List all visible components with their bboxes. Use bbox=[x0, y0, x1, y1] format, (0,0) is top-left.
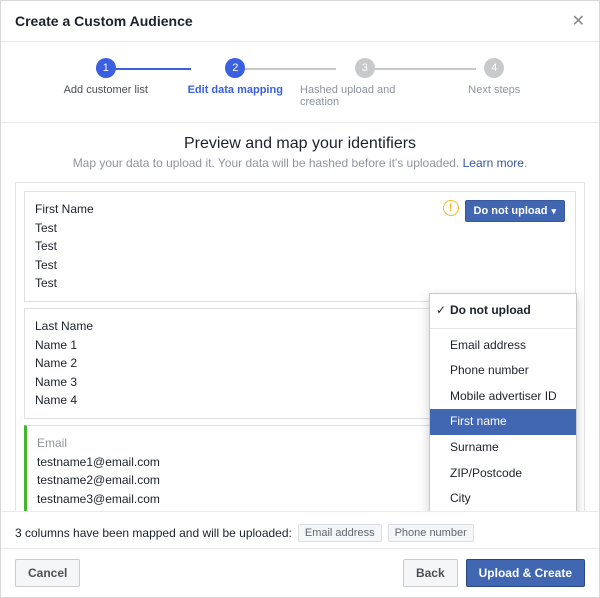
sample-row: Test bbox=[35, 256, 415, 275]
step-next-steps: 4 Next steps bbox=[430, 58, 560, 96]
sample-row: Test bbox=[35, 274, 415, 293]
step-label: Next steps bbox=[468, 84, 520, 96]
sample-row: Test bbox=[35, 237, 415, 256]
upload-create-button[interactable]: Upload & Create bbox=[466, 559, 585, 587]
dropdown-item-city[interactable]: City bbox=[430, 486, 576, 511]
learn-more-link[interactable]: Learn more bbox=[463, 156, 524, 170]
column-header: Last Name bbox=[35, 317, 415, 336]
mapped-pill: Email address bbox=[298, 524, 382, 542]
column-header: Email bbox=[37, 434, 415, 453]
step-add-customer-list[interactable]: 1 Add customer list bbox=[41, 58, 171, 96]
column-header: First Name bbox=[35, 200, 415, 219]
close-icon[interactable]: ✕ bbox=[572, 11, 585, 31]
dropdown-item-phone[interactable]: Phone number bbox=[430, 358, 576, 384]
mapping-dropdown-button[interactable]: Do not upload ▾ bbox=[465, 200, 565, 222]
dropdown-item-mobile-advertiser-id[interactable]: Mobile advertiser ID bbox=[430, 384, 576, 410]
card-data: Last Name Name 1 Name 2 Name 3 Name 4 bbox=[25, 309, 425, 418]
step-edit-data-mapping[interactable]: 2 Edit data mapping bbox=[171, 58, 301, 96]
dropdown-item-first-name[interactable]: First name bbox=[430, 409, 576, 435]
step-label: Hashed upload and creation bbox=[300, 84, 430, 108]
dropdown-item-zip[interactable]: ZIP/Postcode bbox=[430, 461, 576, 487]
step-circle: 3 bbox=[355, 58, 375, 78]
step-hashed-upload: 3 Hashed upload and creation bbox=[300, 58, 430, 108]
step-circle: 2 bbox=[225, 58, 245, 78]
mapped-summary: 3 columns have been mapped and will be u… bbox=[1, 511, 599, 548]
dropdown-item-do-not-upload[interactable]: ✓ Do not upload bbox=[430, 298, 576, 324]
modal-header: Create a Custom Audience ✕ bbox=[1, 1, 599, 42]
step-label: Add customer list bbox=[64, 84, 148, 96]
step-label: Edit data mapping bbox=[188, 84, 283, 96]
modal-title: Create a Custom Audience bbox=[15, 13, 193, 29]
sample-row: testname3@email.com bbox=[37, 490, 415, 509]
warning-icon: ! bbox=[443, 200, 459, 216]
sample-row: Test bbox=[35, 219, 415, 238]
modal: Create a Custom Audience ✕ 1 Add custome… bbox=[0, 0, 600, 598]
dropdown-item-email[interactable]: Email address bbox=[430, 333, 576, 359]
sub-title: Preview and map your identifiers bbox=[15, 135, 585, 153]
sample-row: testname4@email.com bbox=[37, 508, 415, 511]
cancel-button[interactable]: Cancel bbox=[15, 559, 80, 587]
sample-row: Name 4 bbox=[35, 391, 415, 410]
mapping-dropdown-menu[interactable]: ✓ Do not upload Email address Phone numb… bbox=[429, 293, 577, 511]
card-data: Email testname1@email.com testname2@emai… bbox=[27, 426, 425, 511]
mapped-pill: Phone number bbox=[388, 524, 474, 542]
sample-row: Name 1 bbox=[35, 336, 415, 355]
stepper: 1 Add customer list 2 Edit data mapping … bbox=[1, 42, 599, 123]
summary-text: 3 columns have been mapped and will be u… bbox=[15, 526, 292, 540]
modal-footer: Cancel Back Upload & Create bbox=[1, 548, 599, 597]
sub-header: Preview and map your identifiers Map you… bbox=[15, 123, 585, 172]
card-actions: ! Do not upload ▾ bbox=[425, 192, 575, 301]
mapping-card-first-name: First Name Test Test Test Test ! Do not … bbox=[24, 191, 576, 302]
footer-right: Back Upload & Create bbox=[403, 559, 585, 587]
card-data: First Name Test Test Test Test bbox=[25, 192, 425, 301]
sample-row: Name 3 bbox=[35, 373, 415, 392]
back-button[interactable]: Back bbox=[403, 559, 458, 587]
sample-row: testname1@email.com bbox=[37, 453, 415, 472]
content-area: Preview and map your identifiers Map you… bbox=[1, 123, 599, 511]
step-circle: 1 bbox=[96, 58, 116, 78]
divider bbox=[430, 328, 576, 329]
dropdown-item-surname[interactable]: Surname bbox=[430, 435, 576, 461]
chevron-down-icon: ▾ bbox=[551, 206, 556, 217]
step-circle: 4 bbox=[484, 58, 504, 78]
sample-row: testname2@email.com bbox=[37, 471, 415, 490]
sub-desc: Map your data to upload it. Your data wi… bbox=[15, 153, 585, 170]
sample-row: Name 2 bbox=[35, 354, 415, 373]
checkmark-icon: ✓ bbox=[436, 303, 446, 319]
